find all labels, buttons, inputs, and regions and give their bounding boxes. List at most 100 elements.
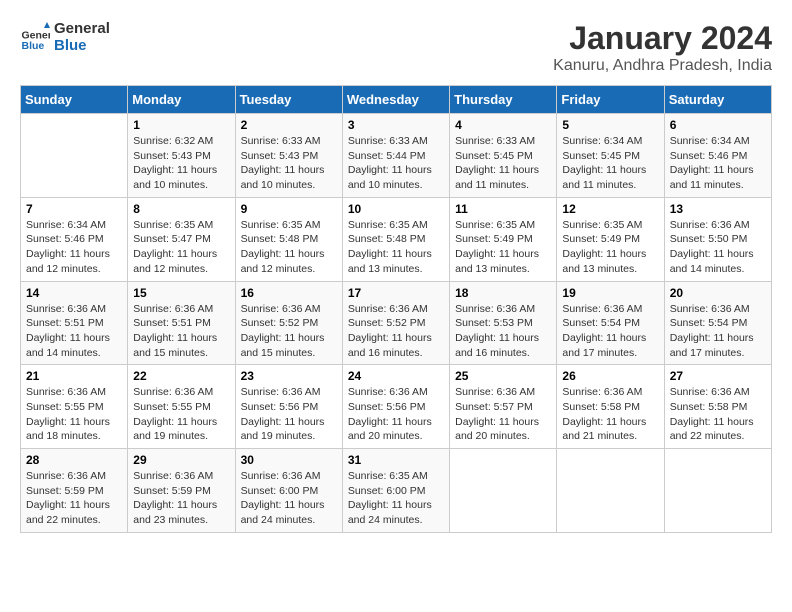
week-row-2: 7Sunrise: 6:34 AMSunset: 5:46 PMDaylight… <box>21 197 772 281</box>
calendar-cell <box>450 449 557 533</box>
day-number: 30 <box>241 453 337 467</box>
day-number: 8 <box>133 202 229 216</box>
calendar-cell: 30 Sunrise: 6:36 AMSunset: 6:00 PMDayligh… <box>235 449 342 533</box>
calendar-cell: 23 Sunrise: 6:36 AMSunset: 5:56 PMDayligh… <box>235 365 342 449</box>
week-row-4: 21 Sunrise: 6:36 AMSunset: 5:55 PMDayligh… <box>21 365 772 449</box>
calendar-subtitle: Kanuru, Andhra Pradesh, India <box>553 57 772 75</box>
calendar-cell: 27Sunrise: 6:36 AMSunset: 5:58 PMDayligh… <box>664 365 771 449</box>
day-info: Sunrise: 6:36 AMSunset: 5:53 PMDaylight:… <box>455 302 551 361</box>
logo-line1: General <box>54 20 110 37</box>
day-number: 19 <box>562 286 658 300</box>
logo-icon: General Blue <box>20 22 50 52</box>
day-info: Sunrise: 6:36 AMSunset: 5:50 PMDaylight:… <box>670 218 766 277</box>
day-info: Sunrise: 6:33 AMSunset: 5:44 PMDaylight:… <box>348 134 444 193</box>
day-number: 6 <box>670 118 766 132</box>
day-number: 22 <box>133 369 229 383</box>
day-number: 29 <box>133 453 229 467</box>
day-info: Sunrise: 6:36 AMSunset: 5:55 PMDaylight:… <box>133 385 229 444</box>
day-number: 13 <box>670 202 766 216</box>
day-info: Sunrise: 6:36 AMSunset: 5:56 PMDaylight:… <box>348 385 444 444</box>
calendar-cell: 8 Sunrise: 6:35 AMSunset: 5:47 PMDaylight… <box>128 197 235 281</box>
day-info: Sunrise: 6:36 AMSunset: 5:54 PMDaylight:… <box>562 302 658 361</box>
day-number: 21 <box>26 369 122 383</box>
day-number: 3 <box>348 118 444 132</box>
day-info: Sunrise: 6:34 AMSunset: 5:45 PMDaylight:… <box>562 134 658 193</box>
calendar-cell: 9 Sunrise: 6:35 AMSunset: 5:48 PMDaylight… <box>235 197 342 281</box>
calendar-cell: 31 Sunrise: 6:35 AMSunset: 6:00 PMDayligh… <box>342 449 449 533</box>
calendar-cell <box>21 114 128 198</box>
day-info: Sunrise: 6:35 AMSunset: 5:47 PMDaylight:… <box>133 218 229 277</box>
day-number: 23 <box>241 369 337 383</box>
week-row-3: 14Sunrise: 6:36 AMSunset: 5:51 PMDayligh… <box>21 281 772 365</box>
calendar-cell: 5 Sunrise: 6:34 AMSunset: 5:45 PMDaylight… <box>557 114 664 198</box>
header-cell-wednesday: Wednesday <box>342 86 449 114</box>
week-row-1: 1Sunrise: 6:32 AMSunset: 5:43 PMDaylight… <box>21 114 772 198</box>
logo-line2: Blue <box>54 37 110 54</box>
day-number: 16 <box>241 286 337 300</box>
svg-text:Blue: Blue <box>22 40 45 52</box>
calendar-cell <box>664 449 771 533</box>
day-info: Sunrise: 6:36 AMSunset: 5:59 PMDaylight:… <box>133 469 229 528</box>
day-number: 5 <box>562 118 658 132</box>
day-number: 27 <box>670 369 766 383</box>
calendar-cell: 11Sunrise: 6:35 AMSunset: 5:49 PMDayligh… <box>450 197 557 281</box>
calendar-cell: 20Sunrise: 6:36 AMSunset: 5:54 PMDayligh… <box>664 281 771 365</box>
day-info: Sunrise: 6:36 AMSunset: 5:51 PMDaylight:… <box>133 302 229 361</box>
day-number: 24 <box>348 369 444 383</box>
day-info: Sunrise: 6:33 AMSunset: 5:43 PMDaylight:… <box>241 134 337 193</box>
day-number: 25 <box>455 369 551 383</box>
day-number: 12 <box>562 202 658 216</box>
day-number: 10 <box>348 202 444 216</box>
day-info: Sunrise: 6:36 AMSunset: 5:57 PMDaylight:… <box>455 385 551 444</box>
calendar-cell: 10 Sunrise: 6:35 AMSunset: 5:48 PMDayligh… <box>342 197 449 281</box>
header-cell-friday: Friday <box>557 86 664 114</box>
calendar-cell: 29 Sunrise: 6:36 AMSunset: 5:59 PMDayligh… <box>128 449 235 533</box>
day-info: Sunrise: 6:35 AMSunset: 5:48 PMDaylight:… <box>241 218 337 277</box>
calendar-cell: 19 Sunrise: 6:36 AMSunset: 5:54 PMDayligh… <box>557 281 664 365</box>
week-row-5: 28 Sunrise: 6:36 AMSunset: 5:59 PMDayligh… <box>21 449 772 533</box>
header-cell-saturday: Saturday <box>664 86 771 114</box>
day-number: 28 <box>26 453 122 467</box>
header-cell-monday: Monday <box>128 86 235 114</box>
day-number: 9 <box>241 202 337 216</box>
day-info: Sunrise: 6:35 AMSunset: 6:00 PMDaylight:… <box>348 469 444 528</box>
calendar-cell: 16 Sunrise: 6:36 AMSunset: 5:52 PMDayligh… <box>235 281 342 365</box>
day-number: 26 <box>562 369 658 383</box>
day-number: 7 <box>26 202 122 216</box>
calendar-cell: 15 Sunrise: 6:36 AMSunset: 5:51 PMDayligh… <box>128 281 235 365</box>
day-info: Sunrise: 6:34 AMSunset: 5:46 PMDaylight:… <box>670 134 766 193</box>
title-area: January 2024 Kanuru, Andhra Pradesh, Ind… <box>553 20 772 75</box>
header-cell-thursday: Thursday <box>450 86 557 114</box>
calendar-cell: 3 Sunrise: 6:33 AMSunset: 5:44 PMDaylight… <box>342 114 449 198</box>
day-number: 18 <box>455 286 551 300</box>
calendar-cell: 24 Sunrise: 6:36 AMSunset: 5:56 PMDayligh… <box>342 365 449 449</box>
day-info: Sunrise: 6:35 AMSunset: 5:49 PMDaylight:… <box>562 218 658 277</box>
calendar-cell: 18 Sunrise: 6:36 AMSunset: 5:53 PMDayligh… <box>450 281 557 365</box>
day-info: Sunrise: 6:36 AMSunset: 5:52 PMDaylight:… <box>241 302 337 361</box>
day-info: Sunrise: 6:36 AMSunset: 5:54 PMDaylight:… <box>670 302 766 361</box>
day-info: Sunrise: 6:36 AMSunset: 5:52 PMDaylight:… <box>348 302 444 361</box>
day-number: 17 <box>348 286 444 300</box>
calendar-cell: 21Sunrise: 6:36 AMSunset: 5:55 PMDayligh… <box>21 365 128 449</box>
day-info: Sunrise: 6:33 AMSunset: 5:45 PMDaylight:… <box>455 134 551 193</box>
day-info: Sunrise: 6:35 AMSunset: 5:48 PMDaylight:… <box>348 218 444 277</box>
day-number: 2 <box>241 118 337 132</box>
day-info: Sunrise: 6:36 AMSunset: 5:51 PMDaylight:… <box>26 302 122 361</box>
calendar-cell: 22 Sunrise: 6:36 AMSunset: 5:55 PMDayligh… <box>128 365 235 449</box>
day-number: 31 <box>348 453 444 467</box>
day-number: 15 <box>133 286 229 300</box>
day-info: Sunrise: 6:36 AMSunset: 5:56 PMDaylight:… <box>241 385 337 444</box>
calendar-cell: 17 Sunrise: 6:36 AMSunset: 5:52 PMDayligh… <box>342 281 449 365</box>
calendar-cell: 13 Sunrise: 6:36 AMSunset: 5:50 PMDayligh… <box>664 197 771 281</box>
day-number: 4 <box>455 118 551 132</box>
day-info: Sunrise: 6:32 AMSunset: 5:43 PMDaylight:… <box>133 134 229 193</box>
calendar-table: SundayMondayTuesdayWednesdayThursdayFrid… <box>20 85 772 533</box>
day-number: 11 <box>455 202 551 216</box>
day-info: Sunrise: 6:36 AMSunset: 5:58 PMDaylight:… <box>562 385 658 444</box>
calendar-cell: 26 Sunrise: 6:36 AMSunset: 5:58 PMDayligh… <box>557 365 664 449</box>
calendar-cell: 7Sunrise: 6:34 AMSunset: 5:46 PMDaylight… <box>21 197 128 281</box>
calendar-cell <box>557 449 664 533</box>
day-info: Sunrise: 6:36 AMSunset: 6:00 PMDaylight:… <box>241 469 337 528</box>
header-cell-tuesday: Tuesday <box>235 86 342 114</box>
calendar-cell: 2 Sunrise: 6:33 AMSunset: 5:43 PMDaylight… <box>235 114 342 198</box>
